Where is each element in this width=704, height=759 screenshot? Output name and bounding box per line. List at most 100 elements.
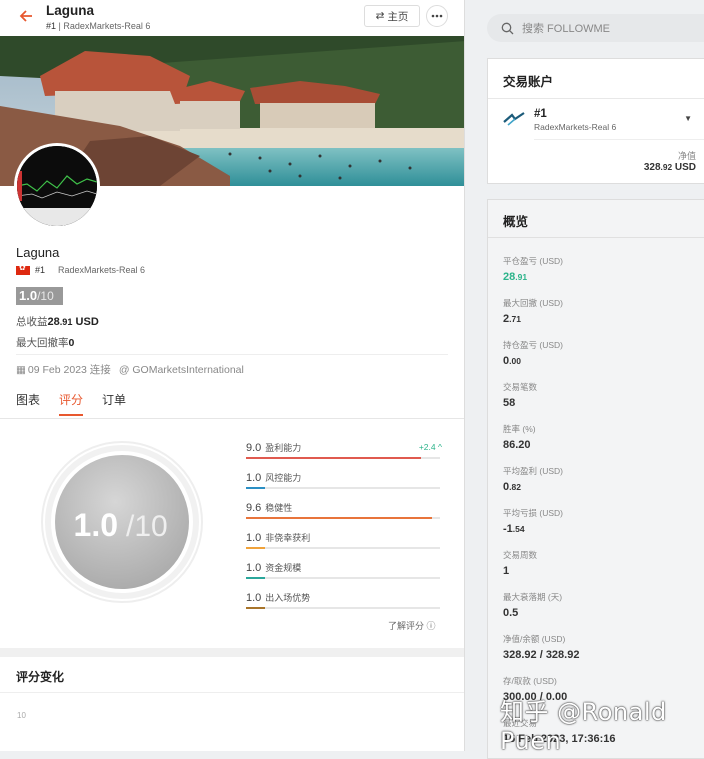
total-pnl-dec: .91 bbox=[59, 317, 73, 327]
tab-chart[interactable]: 图表 bbox=[16, 391, 40, 416]
hk-flag-icon bbox=[16, 263, 30, 275]
overview-item-label: 交易周数 bbox=[503, 550, 538, 560]
rating-item-track bbox=[246, 517, 440, 519]
score-badge: 1.0/10 bbox=[16, 287, 63, 305]
profile-account-num: #1 bbox=[35, 265, 46, 275]
home-button[interactable]: ⇄ 主页 bbox=[364, 5, 420, 27]
avatar-chart-image bbox=[16, 146, 98, 226]
rating-item-score: 1.0 bbox=[246, 592, 262, 604]
broker-link[interactable]: @ GOMarketsInternational bbox=[119, 364, 244, 376]
rating-item-track bbox=[246, 607, 440, 609]
rating-item-fill bbox=[246, 547, 266, 549]
y-axis-tick: 10 bbox=[17, 711, 26, 720]
net-value-label: 净值 bbox=[677, 151, 696, 161]
rating-item-name: 出入场优势 bbox=[265, 593, 311, 603]
overview-item-value: 86.20 bbox=[503, 439, 536, 451]
rating-item-fill bbox=[246, 487, 266, 489]
rating-item-label: 9.6 稳健性 bbox=[246, 501, 292, 514]
dropdown-caret-icon[interactable]: ▼ bbox=[684, 114, 692, 123]
overview-item-label: 交易笔数 bbox=[503, 382, 538, 392]
overview-item: 交易笔数 58 bbox=[503, 381, 537, 409]
rating-item: 1.0 非侥幸获利 bbox=[246, 530, 442, 560]
overview-item-label: 平均亏损 (USD) bbox=[503, 508, 563, 518]
overview-item-label: 存/取款 (USD) bbox=[503, 676, 557, 686]
rating-item-score: 9.0 bbox=[246, 442, 262, 454]
header-account-num: #1 bbox=[46, 21, 57, 31]
search-placeholder: 搜索 FOLLOWME bbox=[522, 23, 611, 35]
rating-item-label: 1.0 非侥幸获利 bbox=[246, 531, 310, 544]
rating-item: 9.0 盈利能力 +2.4 ^ bbox=[246, 440, 442, 470]
account-num: #1 bbox=[534, 108, 547, 120]
rating-item: 1.0 风控能力 bbox=[246, 470, 442, 500]
learn-rating-label: 了解评分 bbox=[388, 621, 425, 631]
side-panel: 搜索 FOLLOWME 交易账户 #1 RadexMarkets-Real 6 … bbox=[487, 0, 704, 759]
learn-rating-link[interactable]: 了解评分 ⓘ bbox=[388, 619, 436, 632]
divider bbox=[0, 418, 464, 419]
account-name: RadexMarkets-Real 6 bbox=[534, 122, 617, 132]
overview-item: 净值/余额 (USD) 328.92 / 328.92 bbox=[503, 633, 579, 661]
back-arrow-icon[interactable] bbox=[18, 8, 34, 24]
profile-name: Laguna bbox=[16, 245, 60, 260]
overview-item-value-dec: .82 bbox=[509, 482, 521, 492]
overview-card: 概览 平仓盈亏 (USD) 28.91 最大回撤 (USD) 2.71 持仓盈亏 (US… bbox=[487, 199, 704, 759]
gauge-denominator: /10 bbox=[126, 510, 168, 543]
rating-item-name: 稳健性 bbox=[265, 503, 293, 513]
overview-item-label: 胜率 (%) bbox=[503, 424, 536, 434]
overview-item-value: 28.91 bbox=[503, 271, 563, 283]
total-pnl: 总收益28.91 USD bbox=[16, 314, 99, 329]
rating-item-score: 9.6 bbox=[246, 502, 262, 514]
score-denominator: /10 bbox=[37, 289, 54, 303]
rating-item-name: 资金规模 bbox=[265, 563, 302, 573]
max-dd-label: 最大回撤率 bbox=[16, 337, 69, 349]
overview-item-value: 0.5 bbox=[503, 607, 562, 619]
rating-item-label: 9.0 盈利能力 bbox=[246, 441, 301, 454]
net-value-unit: USD bbox=[674, 162, 696, 173]
tab-bar: 图表 评分 订单 bbox=[16, 391, 126, 416]
overview-item-value-main: 1 bbox=[503, 565, 510, 577]
connect-date: 09 Feb 2023 连接 bbox=[27, 364, 111, 376]
overview-item-value: 0.82 bbox=[503, 481, 563, 493]
overview-item-value: 58 bbox=[503, 397, 537, 409]
divider bbox=[534, 139, 704, 140]
search-icon bbox=[501, 22, 514, 34]
overview-item-value-dec: .71 bbox=[509, 314, 521, 324]
more-dots-icon bbox=[431, 14, 443, 18]
divider bbox=[0, 692, 464, 693]
net-value: 328.92 USD bbox=[644, 162, 696, 173]
rating-item-name: 风控能力 bbox=[265, 473, 302, 483]
rating-item: 9.6 稳健性 bbox=[246, 500, 442, 530]
overview-item-value-main: 28 bbox=[503, 271, 516, 283]
overview-item-value-main: 0.5 bbox=[503, 607, 519, 619]
rating-breakdown: 9.0 盈利能力 +2.4 ^ 1.0 风控能力 9.6 稳健性 1.0 非侥幸获利 1.0 资金规… bbox=[246, 440, 442, 620]
overview-item-value-main: -1 bbox=[503, 523, 513, 535]
rating-item-name: 盈利能力 bbox=[265, 443, 302, 453]
overview-title: 概览 bbox=[503, 215, 529, 229]
broker-logo-icon bbox=[503, 112, 525, 126]
rating-item-delta: +2.4 ^ bbox=[419, 442, 442, 452]
rating-item-fill bbox=[246, 517, 433, 519]
rating-item-track bbox=[246, 457, 440, 459]
avatar bbox=[14, 143, 100, 229]
info-icon: ⓘ bbox=[426, 621, 436, 631]
overview-item: 平均盈利 (USD) 0.82 bbox=[503, 465, 563, 493]
home-label: 主页 bbox=[387, 10, 409, 23]
overview-item-value-dec: .91 bbox=[515, 272, 528, 282]
account-card-title: 交易账户 bbox=[503, 75, 554, 89]
rating-item-name: 非侥幸获利 bbox=[265, 533, 311, 543]
profile-panel: Laguna #1 | RadexMarkets-Real 6 ⇄ 主页 Lag… bbox=[0, 0, 465, 751]
more-button[interactable] bbox=[426, 5, 448, 27]
divider bbox=[488, 98, 704, 99]
rating-change-title: 评分变化 bbox=[16, 670, 65, 684]
search-box[interactable]: 搜索 FOLLOWME bbox=[487, 14, 704, 42]
overview-item: 最大衰落期 (天) 0.5 bbox=[503, 591, 562, 619]
max-drawdown-rate: 最大回撤率0 bbox=[16, 335, 74, 350]
gauge-score: 1.0 bbox=[74, 507, 118, 543]
watermark: 知乎 @Ronald Puen bbox=[500, 698, 667, 755]
overview-item: 胜率 (%) 86.20 bbox=[503, 423, 536, 451]
rating-item-track bbox=[246, 547, 440, 549]
overview-item-label: 最大衰落期 (天) bbox=[503, 592, 563, 602]
tab-rating[interactable]: 评分 bbox=[59, 391, 84, 416]
tab-orders[interactable]: 订单 bbox=[102, 391, 126, 416]
overview-item-value-dec: .54 bbox=[512, 524, 525, 534]
overview-item: 持仓盈亏 (USD) 0.00 bbox=[503, 339, 563, 367]
